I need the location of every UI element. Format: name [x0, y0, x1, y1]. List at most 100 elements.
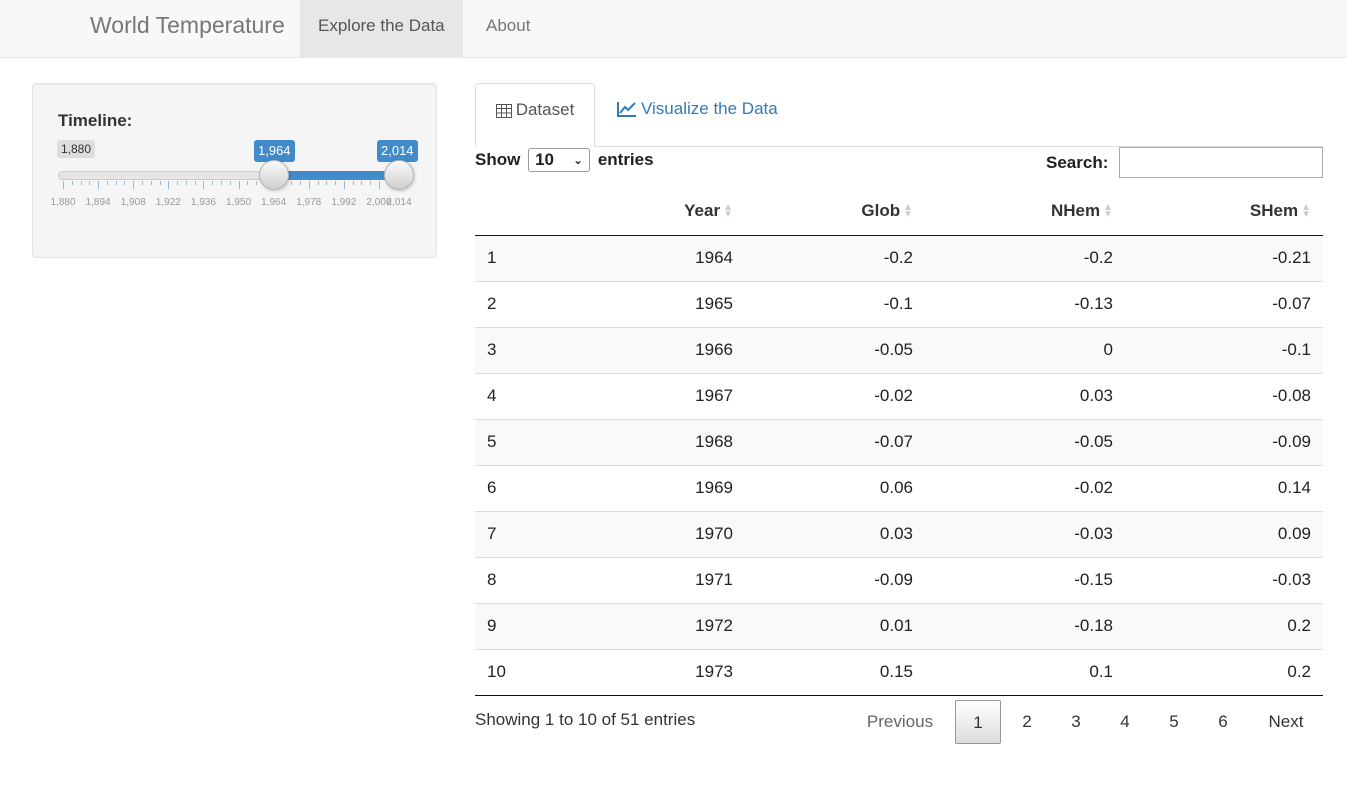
slider-grid-label: 1,908	[120, 197, 146, 208]
slider-low-value-label: 1,964	[254, 140, 295, 166]
slider-grid-tick	[238, 181, 240, 189]
pagination-page-4[interactable]: 4	[1108, 700, 1142, 744]
pagination-page-3[interactable]: 3	[1059, 700, 1093, 744]
table-cell: 0.09	[1125, 510, 1323, 557]
sort-icon: ▲ ▼	[1103, 201, 1113, 220]
slider-grid-tick	[98, 181, 100, 189]
slider-grid-tick	[247, 181, 249, 185]
pagination-page-5[interactable]: 5	[1157, 700, 1191, 744]
table-cell: 1966	[595, 326, 745, 373]
nav-explore-the-data[interactable]: Explore the Data	[300, 0, 463, 57]
table-cell: -0.05	[745, 326, 925, 373]
chevron-down-icon: ⌄	[573, 153, 584, 167]
slider-grid-tick	[212, 181, 214, 185]
entries-length-control: Show 10 ⌄ entries	[475, 148, 654, 172]
slider-grid-tick	[89, 181, 91, 185]
table-icon	[495, 104, 512, 118]
table-cell: 4	[475, 372, 595, 419]
table-cell: 0.2	[1125, 648, 1323, 696]
entries-length-value: 10	[535, 150, 554, 169]
slider-grid-tick	[194, 181, 196, 185]
slider-grid-label: 2,014	[386, 197, 412, 208]
slider-grid-tick	[220, 181, 222, 185]
table-cell: -0.13	[925, 280, 1125, 327]
column-header-nhem[interactable]: NHem ▲ ▼	[925, 187, 1125, 236]
table-cell: 8	[475, 556, 595, 603]
nav-about[interactable]: About	[468, 0, 548, 57]
table-cell: 0.01	[745, 602, 925, 649]
slider-grid-tick	[71, 181, 73, 185]
slider-grid-tick	[343, 181, 345, 189]
table-row: 8 1971 -0.09 -0.15 -0.03	[475, 556, 1323, 603]
slider-low-handle[interactable]	[258, 160, 289, 190]
column-header-year[interactable]: Year ▲ ▼	[595, 187, 745, 236]
slider-grid-tick	[361, 181, 363, 185]
slider-grid-tick	[326, 181, 328, 185]
slider-grid-tick	[256, 181, 258, 185]
slider-grid-label: 1,922	[155, 197, 181, 208]
slider-grid-tick	[291, 181, 293, 185]
table-cell: 7	[475, 510, 595, 557]
slider-grid-tick	[63, 181, 64, 189]
table-cell: 1965	[595, 280, 745, 327]
table-row: 10 1973 0.15 0.1 0.2	[475, 648, 1323, 696]
entries-length-select[interactable]: 10 ⌄	[528, 148, 591, 172]
slider-grid-tick	[177, 181, 179, 185]
slider-grid-label: 1,978	[296, 197, 322, 208]
table-cell: -0.18	[925, 602, 1125, 649]
slider-grid-label: 1,964	[261, 197, 287, 208]
sidebar-panel: Timeline: 1,880 1,964 2,014 1,880 1,894 1,…	[32, 83, 437, 258]
table-cell: 0.03	[745, 510, 925, 557]
table-cell: 0.06	[745, 464, 925, 511]
column-header-shem-label: SHem	[1249, 200, 1299, 220]
slider-grid-tick	[317, 181, 319, 185]
table-cell: 6	[475, 464, 595, 511]
column-header-glob-label: Glob	[861, 200, 901, 220]
pagination-next[interactable]: Next	[1260, 700, 1312, 744]
slider-grid-tick	[124, 181, 126, 185]
table-cell: -0.03	[925, 510, 1125, 557]
table-row: 5 1968 -0.07 -0.05 -0.09	[475, 418, 1323, 465]
table-row: 2 1965 -0.1 -0.13 -0.07	[475, 280, 1323, 327]
table-row: 1 1964 -0.2 -0.2 -0.21	[475, 235, 1323, 281]
table-cell: -0.05	[925, 418, 1125, 465]
slider-grid-tick	[299, 181, 301, 185]
column-header-shem[interactable]: SHem ▲ ▼	[1125, 187, 1323, 236]
slider-grid-tick	[229, 181, 231, 185]
sort-icon: ▲ ▼	[1301, 201, 1311, 220]
slider-grid-label: 1,880	[50, 197, 76, 208]
tab-visualize-the-data[interactable]: Visualize the Data	[617, 83, 778, 147]
timeline-label: Timeline:	[58, 111, 133, 130]
table-cell: -0.02	[745, 372, 925, 419]
table-cell: 2	[475, 280, 595, 327]
table-row: 7 1970 0.03 -0.03 0.09	[475, 510, 1323, 557]
slider-high-value-label: 2,014	[377, 140, 418, 166]
table-cell: -0.07	[745, 418, 925, 465]
table-cell: 1967	[595, 372, 745, 419]
slider-grid-label: 1,992	[331, 197, 357, 208]
column-header-index[interactable]	[475, 187, 595, 236]
slider-high-handle[interactable]	[384, 160, 414, 190]
slider-grid-tick	[80, 181, 82, 185]
slider-grid-tick	[352, 181, 354, 185]
slider-selected-range[interactable]	[273, 171, 399, 180]
search-input[interactable]	[1119, 147, 1323, 178]
table-cell: 1969	[595, 464, 745, 511]
table-cell: -0.15	[925, 556, 1125, 603]
pagination-page-6[interactable]: 6	[1206, 700, 1240, 744]
table-cell: 0.03	[925, 372, 1125, 419]
pagination-page-2[interactable]: 2	[1010, 700, 1044, 744]
table-cell: 0.1	[925, 648, 1125, 696]
column-header-glob[interactable]: Glob ▲ ▼	[745, 187, 925, 236]
table-cell: 1971	[595, 556, 745, 603]
tab-dataset[interactable]: Dataset	[475, 83, 595, 147]
pagination-previous[interactable]: Previous	[850, 700, 950, 744]
slider-grid-tick	[133, 181, 135, 189]
pagination-page-1[interactable]: 1	[955, 700, 1001, 744]
table-cell: 0.14	[1125, 464, 1323, 511]
slider-grid-tick	[203, 181, 205, 189]
table-cell: -0.02	[925, 464, 1125, 511]
app-brand[interactable]: World Temperature	[90, 12, 285, 39]
slider-min-label: 1,880	[57, 140, 96, 158]
table-header-row: Year ▲ ▼ Glob ▲ ▼ NHem ▲ ▼ SHem ▲ ▼	[475, 187, 1323, 236]
